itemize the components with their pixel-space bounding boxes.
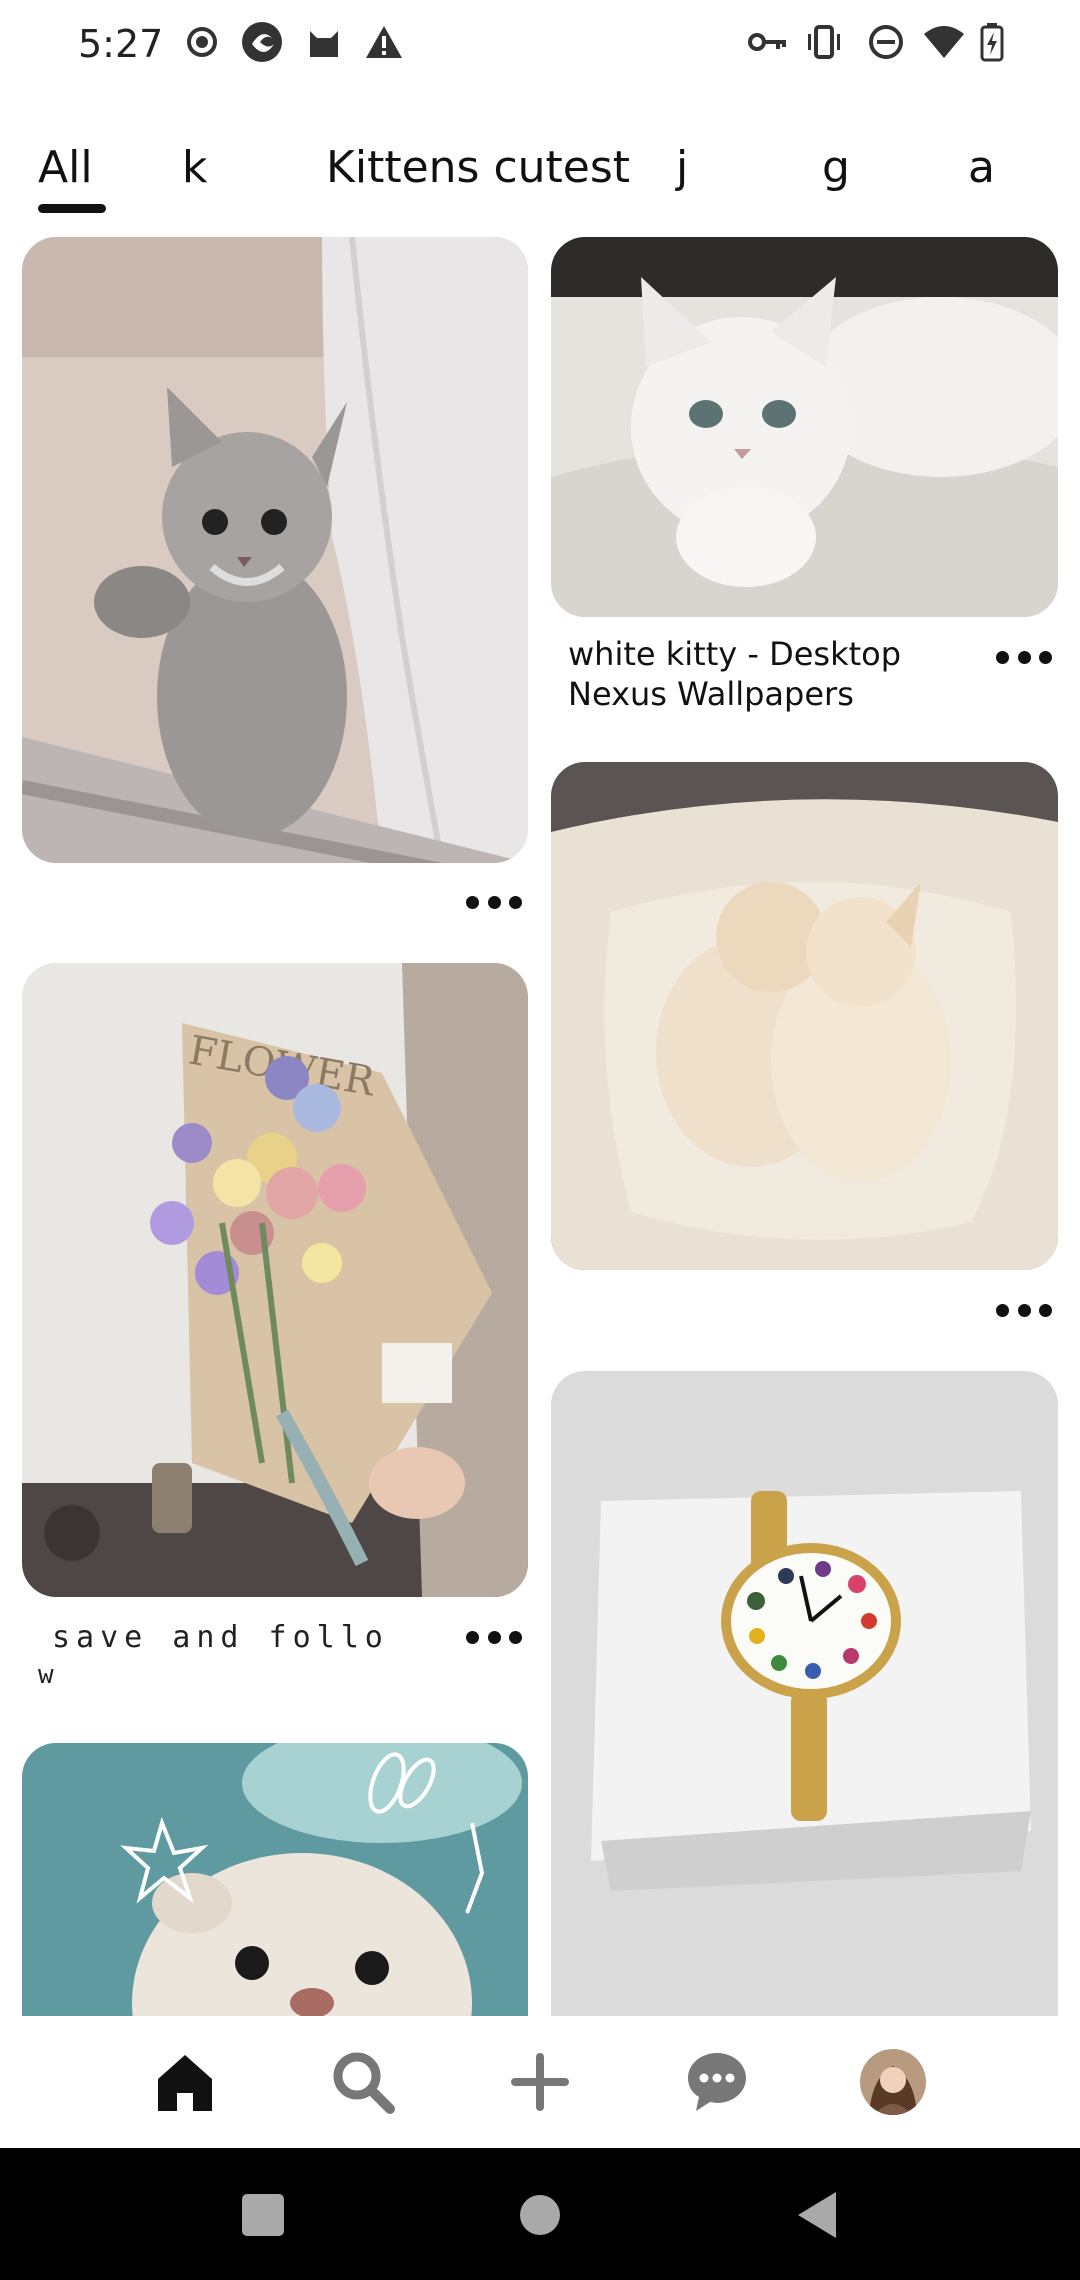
wifi-icon — [922, 20, 966, 64]
white-kitty-title: white kitty - Desktop Nexus Wallpapers — [568, 635, 902, 713]
battery-icon — [970, 20, 1014, 64]
tab-kittens-cutest[interactable]: Kittens cutest — [326, 142, 630, 193]
tab-a[interactable]: a — [968, 142, 995, 193]
back-button[interactable] — [790, 2188, 844, 2242]
tab-all[interactable]: All — [38, 142, 93, 193]
flowers-image: FLOWER — [22, 963, 528, 1597]
create-icon[interactable] — [502, 2044, 578, 2120]
pin-kitten-window[interactable] — [22, 237, 528, 863]
flowers-caption-line2: w — [38, 1660, 60, 1690]
more-options-button[interactable] — [996, 1295, 1052, 1325]
cat-icon — [302, 20, 346, 64]
record-icon — [180, 20, 224, 64]
search-icon[interactable] — [325, 2044, 401, 2120]
tab-j[interactable]: j — [676, 142, 688, 193]
home-button[interactable] — [513, 2188, 567, 2242]
app-icon — [240, 20, 284, 64]
more-options-button[interactable] — [466, 887, 522, 917]
vibrate-icon — [802, 20, 846, 64]
status-time: 5:27 — [78, 22, 164, 66]
messages-icon[interactable] — [679, 2044, 755, 2120]
pin-flowers[interactable]: FLOWER — [22, 963, 528, 1597]
warning-icon — [362, 20, 406, 64]
selected-tab-indicator — [38, 204, 106, 213]
tab-g[interactable]: g — [822, 142, 850, 193]
pin-white-kitty[interactable] — [551, 237, 1058, 617]
system-nav-bar — [0, 2148, 1080, 2280]
profile-avatar[interactable] — [855, 2044, 931, 2120]
two-kittens-image — [551, 762, 1058, 1270]
tab-k[interactable]: k — [182, 142, 207, 193]
key-icon — [746, 20, 790, 64]
flowers-caption: save and follo — [52, 1620, 389, 1655]
watch-image — [551, 1371, 1058, 2061]
bottom-nav — [0, 2016, 1080, 2148]
home-icon[interactable] — [147, 2044, 223, 2120]
white-kitty-image — [551, 237, 1058, 617]
more-options-button[interactable] — [466, 1622, 522, 1652]
dnd-icon — [864, 20, 908, 64]
status-bar: 5:27 — [0, 0, 1080, 88]
pin-watch[interactable] — [551, 1371, 1058, 2061]
kitten-window-image — [22, 237, 528, 863]
recents-button[interactable] — [236, 2188, 290, 2242]
pin-two-kittens[interactable] — [551, 762, 1058, 1270]
more-options-button[interactable] — [996, 642, 1052, 672]
board-tabs: All k Kittens cutest j g a — [0, 130, 1080, 220]
